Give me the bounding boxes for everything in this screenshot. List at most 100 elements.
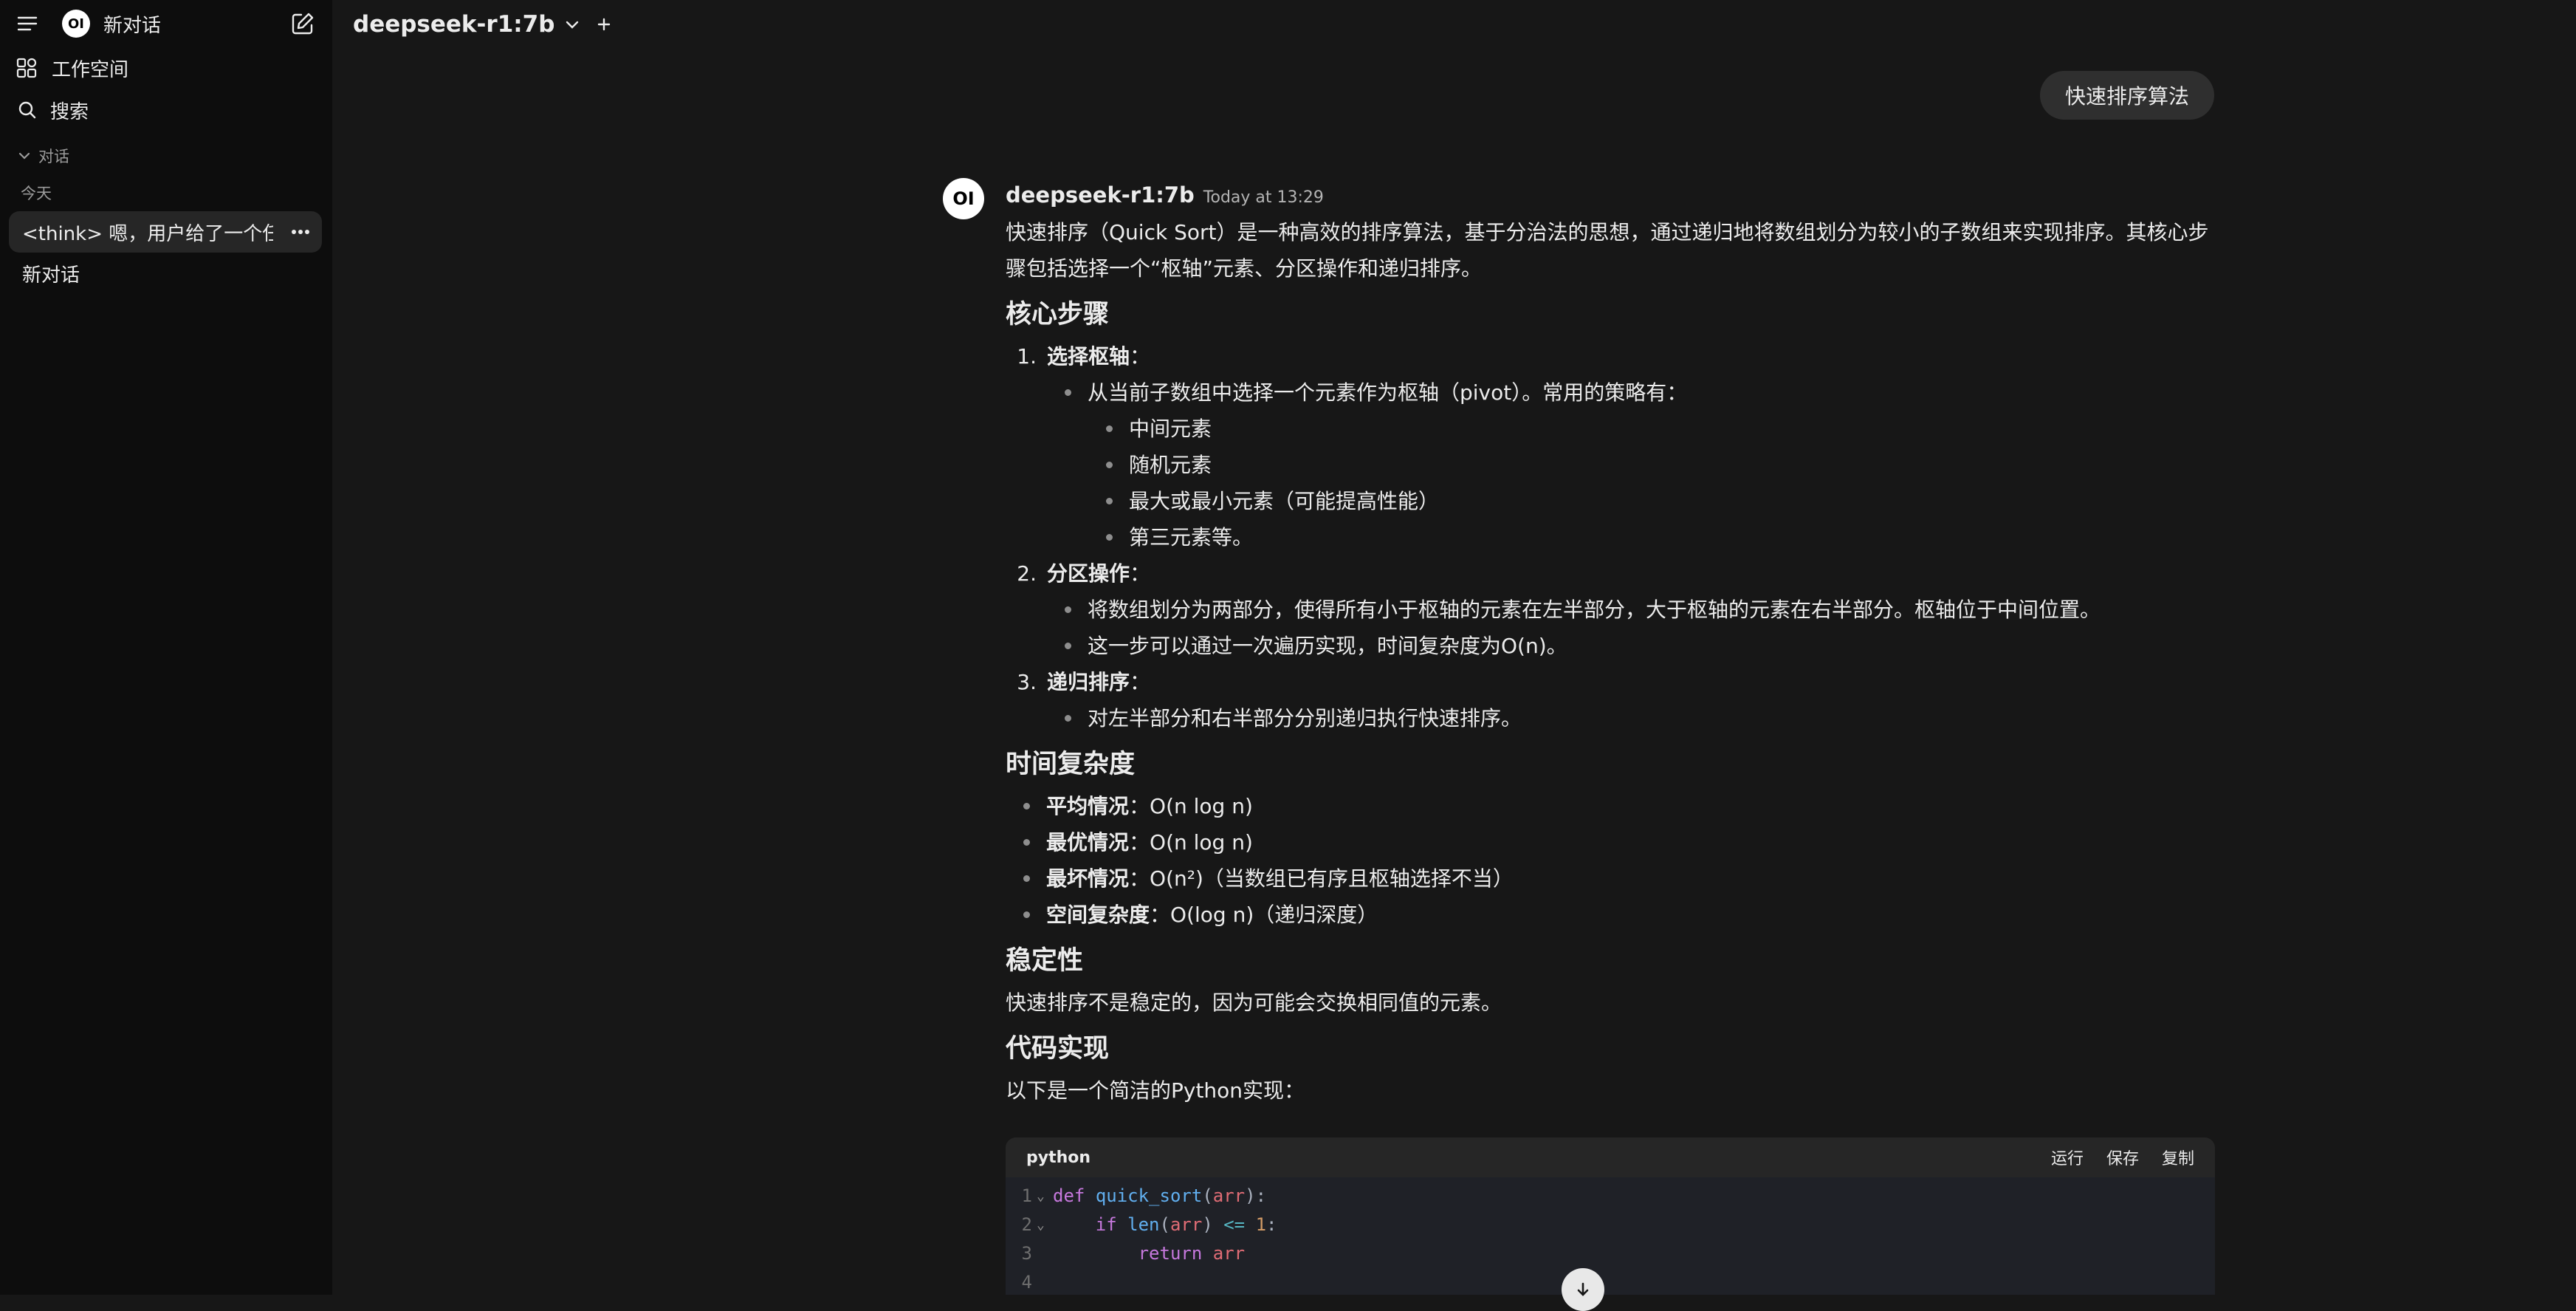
chevron-down-icon [18, 151, 31, 161]
code-line: 2 ⌄ if len (arr) <= 1 : [1006, 1211, 2215, 1239]
list-item: 从当前子数组中选择一个元素作为枢轴（pivot）。常用的策略有： [1006, 374, 2216, 411]
bullet [1023, 839, 1030, 846]
code-language: python [1026, 1148, 1091, 1167]
colon: ： [1150, 903, 1171, 927]
list-text: 将数组划分为两部分，使得所有小于枢轴的元素在左半部分，大于枢轴的元素在右半部分。… [1088, 598, 2101, 622]
bullet [1065, 606, 1071, 613]
code-line: 3 return arr [1006, 1239, 2215, 1268]
grid-icon [16, 58, 37, 78]
code-actions: 运行 保存 复制 [2033, 1146, 2194, 1169]
list-text: 随机元素 [1129, 453, 1212, 477]
code-line: 1 ⌄ def quick_sort (arr): [1006, 1182, 2215, 1211]
code-header: python 运行 保存 复制 [1006, 1137, 2215, 1177]
colon: ： [1130, 561, 1151, 586]
item-value: O(n²)（当数组已有序且枢轴选择不当） [1150, 866, 1514, 891]
list-item: 平均情况：O(n log n) [1006, 788, 2216, 824]
step-title: 递归排序 [1047, 670, 1130, 694]
item-value: O(n log n) [1150, 794, 1253, 818]
app-logo[interactable]: OI [62, 10, 90, 38]
step-title: 选择枢轴 [1047, 344, 1130, 369]
code-editor[interactable]: 1 ⌄ def quick_sort (arr): 2 ⌄ if len (ar… [1006, 1177, 2215, 1295]
list-text: 从当前子数组中选择一个元素作为枢轴（pivot）。常用的策略有： [1088, 380, 1688, 405]
bullet [1065, 715, 1071, 722]
list-item: 最大或最小元素（可能提高性能） [1006, 483, 2216, 519]
bullet [1023, 803, 1030, 809]
edit-icon[interactable] [289, 10, 316, 37]
top-bar: deepseek-r1:7b [332, 0, 2576, 49]
heading-code: 代码实现 [1006, 1034, 1110, 1064]
scroll-to-bottom-button[interactable] [1562, 1268, 1604, 1311]
bullet [1106, 425, 1113, 432]
list-item: 第三元素等。 [1006, 519, 2216, 555]
sidebar-item-search[interactable]: 搜索 [18, 97, 89, 123]
sidebar-header: OI 新对话 [16, 9, 319, 38]
step-3: 3. 递归排序： [1006, 664, 2216, 700]
chat-title: <think> 嗯，用户给了一个任务 [22, 222, 273, 245]
step-title: 分区操作 [1047, 561, 1130, 586]
sidebar-item-label: 搜索 [50, 100, 89, 123]
copy-button[interactable]: 复制 [2162, 1150, 2194, 1168]
list-number: 2. [1017, 561, 1037, 586]
list-text: 最大或最小元素（可能提高性能） [1129, 489, 1440, 513]
arg: arr [1212, 1185, 1246, 1206]
assistant-avatar: OI [943, 178, 984, 219]
list-item: 随机元素 [1006, 447, 2216, 483]
bullet [1023, 911, 1030, 918]
user-message: 快速排序算法 [2039, 71, 2214, 120]
new-chat-button[interactable]: 新对话 [103, 10, 161, 38]
intro-line-2: 骤包括选择一个“枢轴”元素、分区操作和递归排序。 [1006, 256, 1483, 281]
add-model-icon[interactable] [596, 16, 612, 32]
item-value: O(n log n) [1150, 830, 1253, 855]
step-2: 2. 分区操作： [1006, 555, 2216, 592]
fold-icon[interactable]: ⌄ [1037, 1211, 1053, 1239]
number: 1 [1255, 1214, 1267, 1235]
chat-title: 新对话 [22, 264, 80, 287]
code-block: python 运行 保存 复制 1 ⌄ def quick_sort (arr)… [1006, 1137, 2215, 1295]
colon: ： [1129, 830, 1150, 855]
code-intro: 以下是一个简洁的Python实现： [1006, 1078, 1305, 1103]
list-item: 将数组划分为两部分，使得所有小于枢轴的元素在左半部分，大于枢轴的元素在右半部分。… [1006, 592, 2216, 628]
more-icon[interactable] [291, 229, 310, 235]
function-name: quick_sort [1095, 1185, 1203, 1206]
menu-icon[interactable] [16, 13, 38, 35]
model-selector[interactable]: deepseek-r1:7b [353, 11, 554, 38]
item-label: 最优情况 [1046, 830, 1130, 855]
list-item: 最坏情况：O(n²)（当数组已有序且枢轴选择不当） [1006, 860, 2216, 897]
heading-time-complexity: 时间复杂度 [1006, 750, 1136, 779]
today-label: 今天 [21, 185, 52, 202]
list-text: 对左半部分和右半部分分别递归执行快速排序。 [1088, 706, 1522, 730]
list-number: 1. [1017, 344, 1037, 369]
fold-icon[interactable]: ⌄ [1037, 1182, 1053, 1211]
sidebar-item-workspace[interactable]: 工作空间 [16, 55, 128, 81]
list-item: 这一步可以通过一次遍历实现，时间复杂度为O(n)。 [1006, 628, 2216, 664]
list-item: 对左半部分和右半部分分别递归执行快速排序。 [1006, 700, 2216, 736]
chat-item[interactable]: 新对话 [9, 253, 322, 294]
chat-section-toggle[interactable]: 对话 [18, 145, 69, 167]
sidebar-item-label: 工作空间 [52, 58, 129, 81]
keyword: if [1095, 1214, 1117, 1235]
assistant-name: deepseek-r1:7b [1006, 182, 1195, 208]
arg: arr [1169, 1214, 1203, 1235]
stability-text: 快速排序不是稳定的，因为可能会交换相同值的元素。 [1006, 990, 1502, 1015]
item-label: 空间复杂度 [1046, 903, 1150, 927]
chat-item[interactable]: <think> 嗯，用户给了一个任务 [9, 211, 322, 253]
bullet [1023, 875, 1030, 882]
line-number: 1 [1021, 1185, 1032, 1206]
code-line: 4 [1006, 1268, 2215, 1295]
search-icon [18, 100, 37, 120]
list-item: 中间元素 [1006, 411, 2216, 447]
run-button[interactable]: 运行 [2051, 1150, 2084, 1168]
heading-stability: 稳定性 [1006, 946, 1084, 976]
operator: <= [1223, 1214, 1246, 1235]
chevron-down-icon[interactable] [565, 19, 580, 30]
assistant-message: deepseek-r1:7b Today at 13:29 快速排序（Quick… [1006, 177, 2216, 1109]
bullet [1065, 389, 1071, 396]
colon: ： [1130, 670, 1151, 694]
colon: ： [1129, 794, 1150, 818]
step-1: 1. 选择枢轴： [1006, 338, 2216, 374]
list-text: 中间元素 [1129, 417, 1212, 441]
colon: ： [1129, 866, 1150, 891]
save-button[interactable]: 保存 [2106, 1150, 2139, 1168]
item-label: 最坏情况 [1046, 866, 1130, 891]
item-value: O(log n)（递归深度） [1170, 903, 1378, 927]
